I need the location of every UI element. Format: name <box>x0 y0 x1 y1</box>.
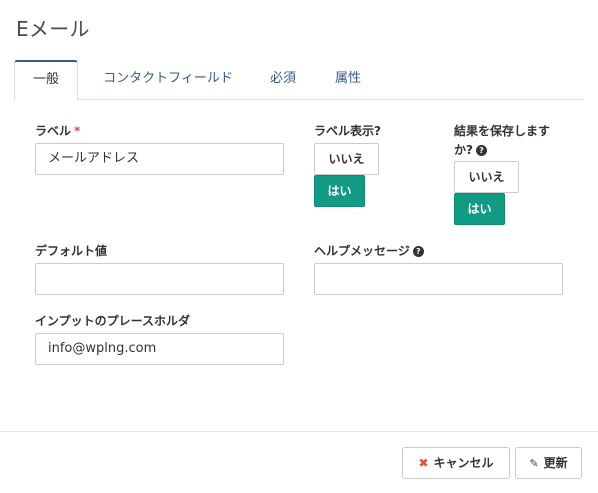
help-message-label-text: ヘルプメッセージ <box>314 244 410 258</box>
update-button[interactable]: ✎ 更新 <box>515 447 582 479</box>
default-value-input[interactable] <box>35 263 284 295</box>
help-icon[interactable]: ? <box>412 246 424 257</box>
show-label-no-button[interactable]: いいえ <box>314 143 379 175</box>
required-asterisk: * <box>74 124 81 138</box>
save-result-label-line2: か? <box>454 143 473 157</box>
cancel-button-label: キャンセル <box>433 456 494 470</box>
help-icon[interactable]: ? <box>475 145 487 156</box>
tab-bar: 一般 コンタクトフィールド 必須 属性 <box>14 60 584 101</box>
label-field-label-text: ラベル <box>35 124 72 138</box>
default-value-label: デフォルト値 <box>35 244 108 258</box>
edit-field-dialog: Eメール 一般 コンタクトフィールド 必須 属性 ラベル * メールアドレス ラベ… <box>0 0 598 493</box>
save-result-no-button[interactable]: いいえ <box>454 161 519 193</box>
save-result-label-line1b: す <box>538 124 551 138</box>
tab-attributes[interactable]: 属性 <box>320 60 376 100</box>
save-result-label-line1: 結果を保存しま <box>454 124 539 138</box>
placeholder-label: インプットのプレースホルダ <box>35 314 191 328</box>
label-input[interactable]: メールアドレス <box>35 143 284 175</box>
help-message-input[interactable] <box>314 263 563 295</box>
dialog-title: Eメール <box>16 17 90 41</box>
close-icon: ✖ <box>418 456 429 470</box>
help-message-label: ヘルプメッセージ? <box>314 242 424 259</box>
save-result-yes-button[interactable]: はい <box>454 193 505 225</box>
tab-required[interactable]: 必須 <box>258 60 308 100</box>
show-label-yes-button[interactable]: はい <box>314 175 365 207</box>
placeholder-input[interactable]: info@wplng.com <box>35 333 284 365</box>
update-button-label: 更新 <box>543 456 568 470</box>
save-result-label: 結果を保存します か?? <box>454 122 584 160</box>
label-field-label: ラベル * <box>35 122 80 139</box>
pencil-icon: ✎ <box>529 457 539 470</box>
cancel-button[interactable]: ✖ キャンセル <box>402 447 510 479</box>
tab-general[interactable]: 一般 <box>14 60 78 101</box>
show-label-label: ラベル表示? <box>314 124 381 138</box>
footer-divider <box>0 431 598 432</box>
tab-contact-field[interactable]: コンタクトフィールド <box>88 60 248 100</box>
